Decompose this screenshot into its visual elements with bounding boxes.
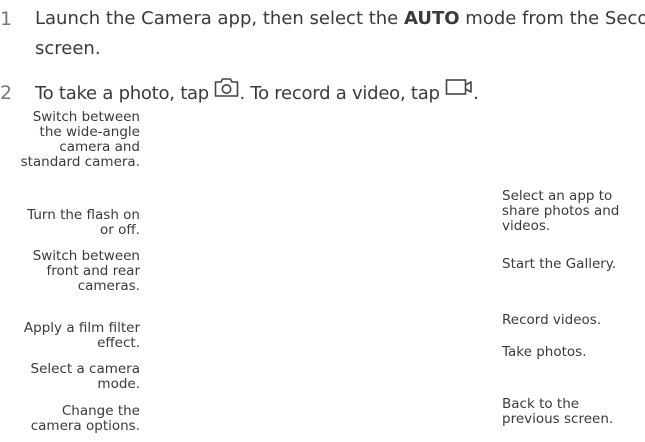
callout-line: Apply a film filter xyxy=(23,320,140,336)
callout-gallery: Start the Gallery. xyxy=(502,257,645,272)
callout-camera-mode: Select a camera mode. xyxy=(0,362,140,392)
step-number: 2 xyxy=(0,82,13,104)
callout-line: cameras. xyxy=(77,278,140,294)
callout-line: front and rear xyxy=(46,263,140,279)
step-1-text-start: Launch the Camera app, then select the xyxy=(35,8,404,29)
callout-line: Switch between xyxy=(32,248,140,264)
callout-share-app: Select an app to share photos and videos… xyxy=(502,189,645,234)
step-1: 1 Launch the Camera app, then select the… xyxy=(0,4,645,64)
callout-line: Take photos. xyxy=(502,344,587,360)
callout-camera-options: Change the camera options. xyxy=(0,404,140,434)
callout-flash: Turn the flash on or off. xyxy=(0,208,140,238)
callout-line: mode. xyxy=(97,376,140,392)
callout-line: the wide-angle xyxy=(39,124,140,140)
step-2-text-middle: . To record a video, tap xyxy=(239,83,446,104)
step-number: 1 xyxy=(0,8,13,30)
camera-icon xyxy=(214,76,239,108)
callout-line: camera options. xyxy=(30,418,140,434)
step-2-text-start: To take a photo, tap xyxy=(35,83,215,104)
auto-mode-label: AUTO xyxy=(403,8,460,29)
callout-line: Select a camera xyxy=(30,361,140,377)
step-1-text-end: mode from the Second xyxy=(465,8,645,29)
callout-line: Change the xyxy=(61,403,140,419)
step-2-text-end: . xyxy=(473,83,479,104)
callout-line: camera and xyxy=(59,139,140,155)
callout-film-filter: Apply a film filter effect. xyxy=(0,321,140,351)
callout-line: Turn the flash on xyxy=(27,207,140,223)
callout-line: previous screen. xyxy=(502,411,614,427)
callout-line: Switch between xyxy=(32,109,140,125)
callout-take-photos: Take photos. xyxy=(502,345,645,360)
callout-line: effect. xyxy=(97,335,140,351)
callout-wide-angle-switch: Switch between the wide-angle camera and… xyxy=(0,110,140,170)
step-2-text: To take a photo, tap . To record a video… xyxy=(35,78,479,110)
callout-line: videos. xyxy=(502,218,551,234)
callout-line: standard camera. xyxy=(20,154,140,170)
callout-line: Back to the xyxy=(502,396,580,412)
callout-line: share photos and xyxy=(502,203,620,219)
step-1-text: Launch the Camera app, then select the A… xyxy=(35,4,645,64)
step-2: 2 To take a photo, tap . To record a vid… xyxy=(0,78,645,108)
callout-line: Start the Gallery. xyxy=(502,256,617,272)
callout-back: Back to the previous screen. xyxy=(502,397,645,427)
callout-line: Select an app to xyxy=(502,188,613,204)
callout-line: or off. xyxy=(100,222,140,238)
video-camera-icon xyxy=(445,76,473,108)
callout-front-rear-switch: Switch between front and rear cameras. xyxy=(0,249,140,294)
step-1-text-line-2: screen. xyxy=(35,38,101,59)
callout-record-videos: Record videos. xyxy=(502,313,645,328)
callout-line: Record videos. xyxy=(502,312,602,328)
